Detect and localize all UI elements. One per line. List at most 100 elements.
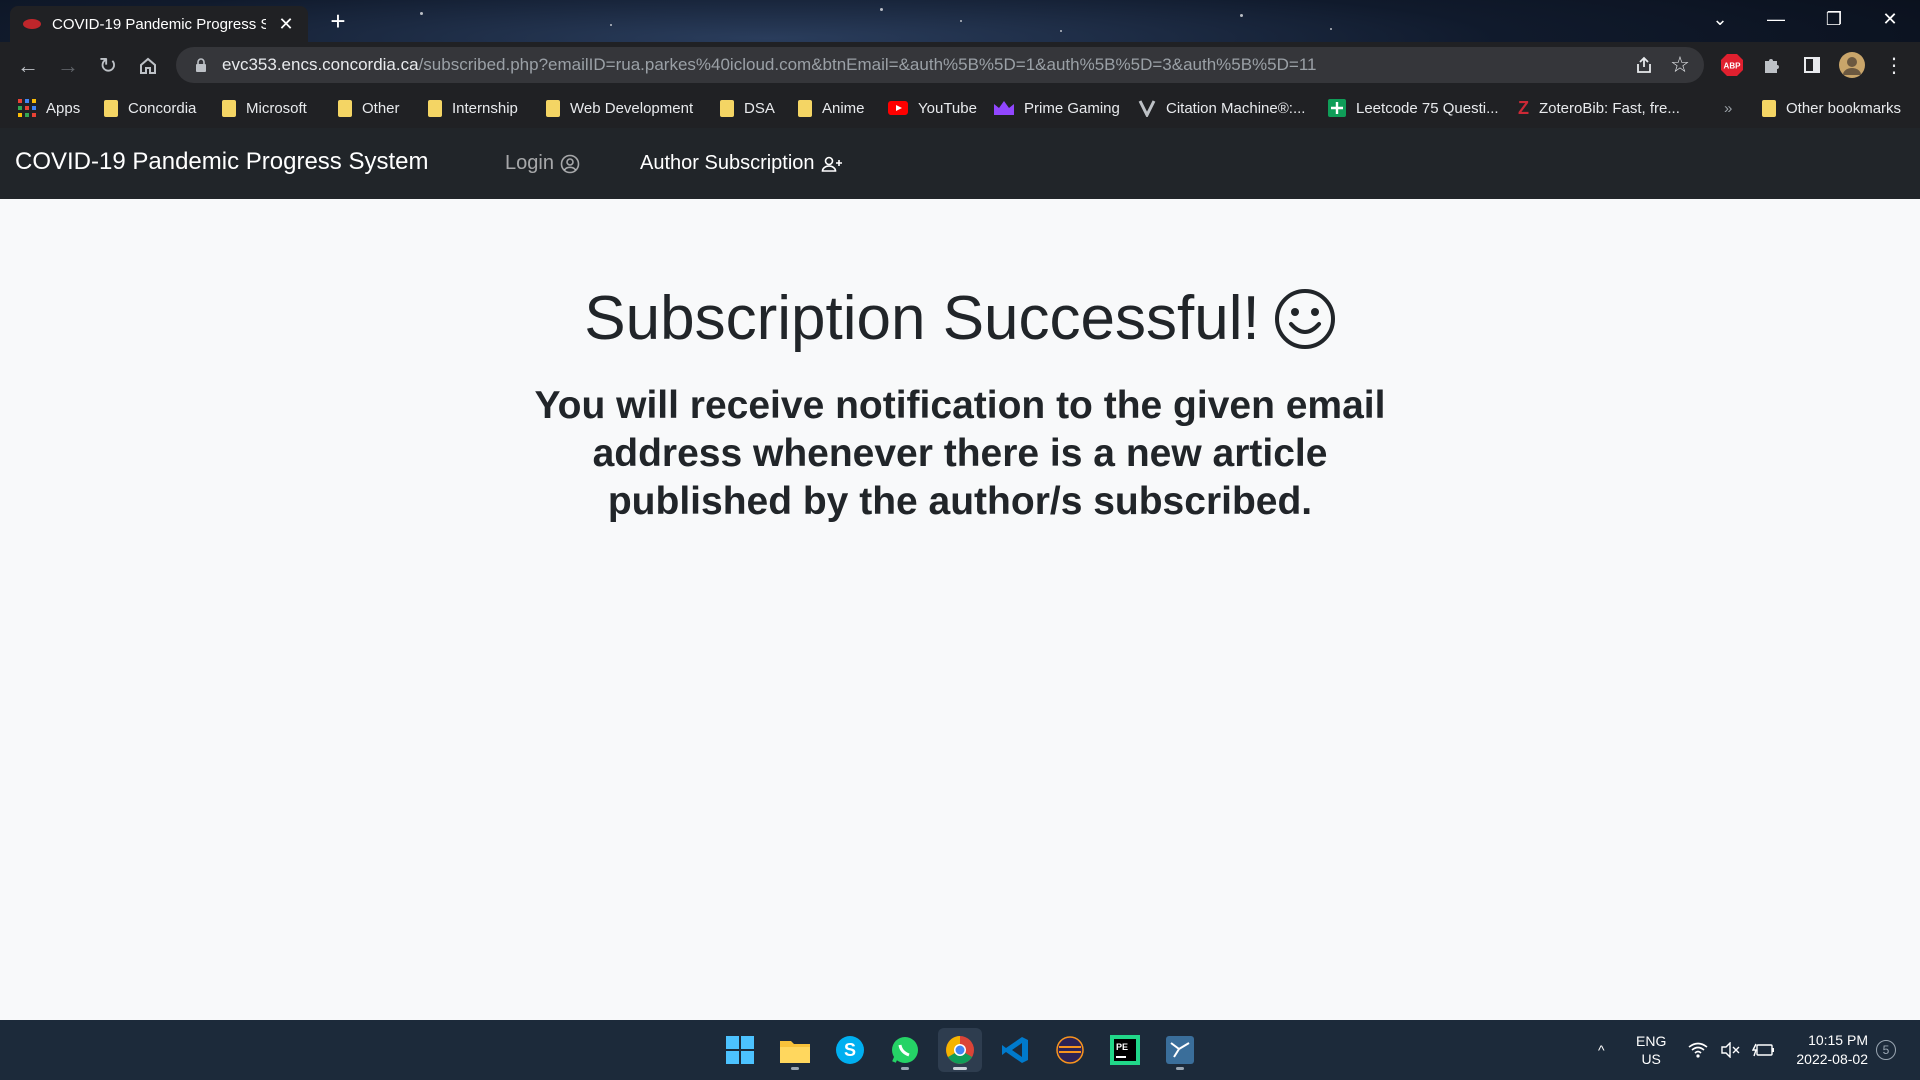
bookmark-youtube[interactable]: YouTube xyxy=(888,96,977,120)
bookmark-label: Citation Machine®:... xyxy=(1166,99,1306,117)
system-tray[interactable] xyxy=(1688,1020,1774,1080)
bookmark-label: DSA xyxy=(744,99,775,117)
bookmark-label: Apps xyxy=(46,99,81,117)
folder-icon xyxy=(1762,99,1776,117)
tab-strip: COVID-19 Pandemic Progress Sy ✕ + ⌄ — ❐ … xyxy=(0,0,1920,42)
abp-label: ABP xyxy=(1724,62,1742,71)
author-subscription-link[interactable]: Author Subscription xyxy=(640,152,843,175)
heading-text: Subscription Successful! xyxy=(584,284,1260,353)
zotero-icon: Z xyxy=(1518,97,1529,118)
browser-toolbar: ← → ↻ evc353.encs.concordia.ca/subscribe… xyxy=(0,42,1920,88)
bookmark-web-development[interactable]: Web Development xyxy=(546,96,693,120)
running-indicator xyxy=(901,1067,909,1070)
clock[interactable]: 10:15 PM 2022-08-02 xyxy=(1778,1020,1868,1080)
speaker-muted-icon xyxy=(1721,1042,1740,1058)
bookmark-label: Web Development xyxy=(570,99,694,117)
forward-icon[interactable]: → xyxy=(52,50,84,82)
mysql-workbench-icon[interactable] xyxy=(1158,1028,1202,1072)
bookmark-microsoft[interactable]: Microsoft xyxy=(222,96,307,120)
smiley-face-icon xyxy=(1274,288,1335,349)
side-panel-icon[interactable] xyxy=(1798,51,1826,79)
browser-chrome: COVID-19 Pandemic Progress Sy ✕ + ⌄ — ❐ … xyxy=(0,0,1920,128)
address-bar[interactable]: evc353.encs.concordia.ca/subscribed.php?… xyxy=(176,47,1704,83)
bookmark-label: Internship xyxy=(452,99,518,117)
other-bookmarks[interactable]: Other bookmarks xyxy=(1762,96,1901,120)
windows-taskbar: S PE ^ ENG US 10:15 PM 2022-08-02 5 xyxy=(0,1020,1920,1080)
tab-title: COVID-19 Pandemic Progress Sy xyxy=(52,15,266,33)
bookmark-label: Concordia xyxy=(128,99,197,117)
url-text: evc353.encs.concordia.ca/subscribed.php?… xyxy=(222,55,1316,75)
region-code: US xyxy=(1641,1051,1661,1067)
minimize-icon[interactable]: — xyxy=(1748,0,1804,38)
bookmark-star-icon[interactable]: ☆ xyxy=(1668,52,1692,77)
svg-text:PE: PE xyxy=(1116,1042,1128,1052)
reload-icon[interactable]: ↻ xyxy=(92,50,124,82)
youtube-icon xyxy=(888,101,908,115)
kebab-menu-icon[interactable]: ⋮ xyxy=(1880,51,1908,79)
bookmark-citation-machine[interactable]: Citation Machine®:... xyxy=(1138,96,1305,120)
svg-text:S: S xyxy=(844,1040,856,1060)
profile-avatar-icon[interactable] xyxy=(1838,51,1866,79)
bookmark-dsa[interactable]: DSA xyxy=(720,96,775,120)
notification-center[interactable]: 5 xyxy=(1876,1020,1896,1080)
restore-icon[interactable]: ❐ xyxy=(1806,0,1862,38)
close-window-icon[interactable]: ✕ xyxy=(1862,0,1918,38)
subscription-message: You will receive notification to the giv… xyxy=(534,384,1386,523)
lock-icon xyxy=(196,58,206,72)
main-content: Subscription Successful! You will receiv… xyxy=(0,199,1920,1020)
bookmark-other[interactable]: Other xyxy=(338,96,400,120)
clock-time: 10:15 PM xyxy=(1808,1032,1868,1048)
skype-icon[interactable]: S xyxy=(828,1028,872,1072)
vscode-icon[interactable] xyxy=(993,1028,1037,1072)
bookmark-label: YouTube xyxy=(918,99,977,117)
other-bookmarks-label: Other bookmarks xyxy=(1786,99,1902,117)
start-icon[interactable] xyxy=(718,1028,762,1072)
bookmark-prime-gaming[interactable]: Prime Gaming xyxy=(994,96,1120,120)
share-icon[interactable] xyxy=(1632,53,1656,77)
folder-icon xyxy=(546,99,560,117)
folder-icon xyxy=(222,99,236,117)
whatsapp-icon[interactable] xyxy=(883,1028,927,1072)
folder-icon xyxy=(104,99,118,117)
bookmark-apps[interactable]: Apps xyxy=(18,96,80,120)
running-indicator xyxy=(791,1067,799,1070)
battery-charging-icon xyxy=(1752,1043,1774,1057)
folder-icon xyxy=(338,99,352,117)
clock-date: 2022-08-02 xyxy=(1796,1051,1868,1067)
site-brand[interactable]: COVID-19 Pandemic Progress System xyxy=(15,148,428,176)
wifi-icon xyxy=(1688,1042,1708,1058)
bookmark-label: Prime Gaming xyxy=(1024,99,1120,117)
bookmark-concordia[interactable]: Concordia xyxy=(104,96,196,120)
notification-badge: 5 xyxy=(1876,1040,1896,1060)
pycharm-icon[interactable]: PE xyxy=(1103,1028,1147,1072)
person-add-icon xyxy=(821,156,842,172)
bookmark-leetcode[interactable]: Leetcode 75 Questi... xyxy=(1328,96,1499,120)
tab-search-icon[interactable]: ⌄ xyxy=(1692,0,1748,38)
eclipse-icon[interactable] xyxy=(1048,1028,1092,1072)
login-link[interactable]: Login xyxy=(505,152,580,175)
language-indicator[interactable]: ENG US xyxy=(1636,1020,1666,1080)
apps-grid-icon xyxy=(18,99,36,117)
bookmark-zoterobib[interactable]: Z ZoteroBib: Fast, fre... xyxy=(1518,96,1680,120)
chrome-icon[interactable] xyxy=(938,1028,982,1072)
user-circle-icon xyxy=(560,154,580,173)
back-icon[interactable]: ← xyxy=(12,50,44,82)
home-icon[interactable] xyxy=(132,50,164,82)
close-tab-icon[interactable]: ✕ xyxy=(276,14,296,35)
file-explorer-icon[interactable] xyxy=(773,1028,817,1072)
running-indicator xyxy=(1176,1067,1184,1070)
bookmark-label: Microsoft xyxy=(246,99,307,117)
show-hidden-icons[interactable]: ^ xyxy=(1598,1020,1605,1080)
new-tab-button[interactable]: + xyxy=(324,6,352,37)
bookmark-internship[interactable]: Internship xyxy=(428,96,518,120)
author-subscription-label: Author Subscription xyxy=(640,152,815,174)
bookmark-anime[interactable]: Anime xyxy=(798,96,865,120)
browser-tab[interactable]: COVID-19 Pandemic Progress Sy ✕ xyxy=(10,6,308,42)
virus-icon xyxy=(23,19,41,29)
adblock-plus-icon[interactable]: ABP xyxy=(1718,51,1746,79)
bookmarks-overflow-button[interactable]: » xyxy=(1724,96,1732,120)
puzzle-extensions-icon[interactable] xyxy=(1758,51,1786,79)
folder-icon xyxy=(720,99,734,117)
citation-icon xyxy=(1138,100,1156,117)
url-path: /subscribed.php?emailID=rua.parkes%40icl… xyxy=(418,55,1317,74)
